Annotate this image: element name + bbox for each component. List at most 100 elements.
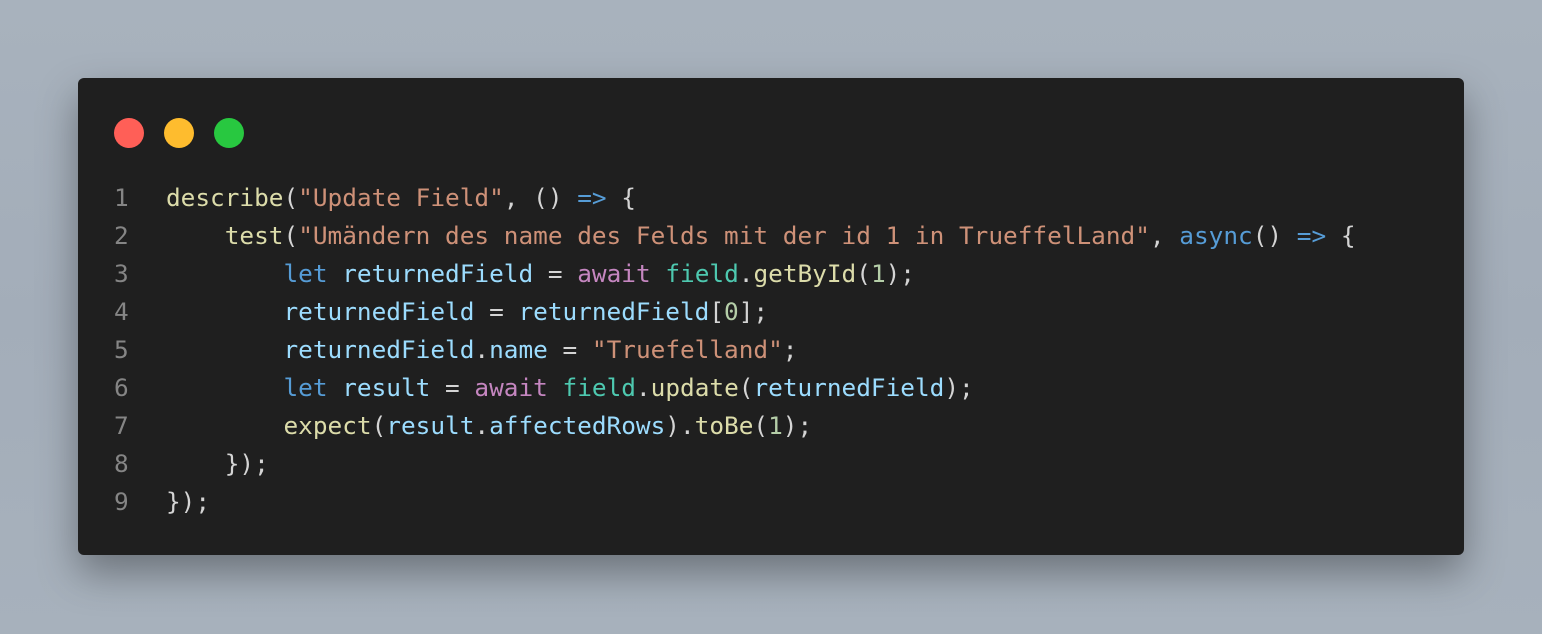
code-token-plain: , xyxy=(1149,221,1180,250)
code-token-variable: returnedField xyxy=(518,297,710,326)
code-token-plain: ); xyxy=(944,373,974,402)
code-token-plain: ); xyxy=(885,259,915,288)
code-token-plain: ]; xyxy=(738,297,769,326)
code-line: 8 }); xyxy=(78,445,1464,483)
code-token-function: update xyxy=(650,373,739,402)
code-text: }); xyxy=(166,445,269,483)
line-number: 2 xyxy=(114,221,129,250)
code-token-variable: name xyxy=(489,335,548,364)
code-token-plain: { xyxy=(606,183,636,212)
code-token-string: "Truefelland" xyxy=(591,335,783,364)
code-token-variable: returnedField xyxy=(342,259,534,288)
code-block: 1 describe("Update Field", () => {2 test(… xyxy=(78,179,1464,521)
code-token-plain: = xyxy=(430,373,475,402)
line-number: 5 xyxy=(114,335,129,364)
code-token-keyword: let xyxy=(283,259,328,288)
code-text: test("Umändern des name des Felds mit de… xyxy=(166,217,1356,255)
code-token-plain: () xyxy=(1252,221,1297,250)
code-token-variable: returnedField xyxy=(283,297,475,326)
code-token-number: 1 xyxy=(870,259,886,288)
code-text: let returnedField = await field.getById(… xyxy=(166,255,915,293)
code-line: 6 let result = await field.update(return… xyxy=(78,369,1464,407)
code-token-string: "Update Field" xyxy=(298,183,504,212)
code-token-function: getById xyxy=(753,259,857,288)
code-text: returnedField.name = "Truefelland"; xyxy=(166,331,797,369)
code-token-variable: result xyxy=(386,411,475,440)
code-token-keyword: => xyxy=(577,183,607,212)
code-token-function: expect xyxy=(283,411,372,440)
code-text: expect(result.affectedRows).toBe(1); xyxy=(166,407,812,445)
line-number: 3 xyxy=(114,259,129,288)
code-line: 9}); xyxy=(78,483,1464,521)
code-token-variable: returnedField xyxy=(753,373,945,402)
code-token-number: 0 xyxy=(724,297,739,326)
minimize-dot-icon[interactable] xyxy=(164,118,194,148)
code-token-plain: ( xyxy=(283,221,299,250)
code-window: 1 describe("Update Field", () => {2 test(… xyxy=(78,78,1464,555)
line-number: 4 xyxy=(114,297,129,326)
code-line: 5 returnedField.name = "Truefelland"; xyxy=(78,331,1464,369)
code-token-control: await xyxy=(474,373,548,402)
line-number: 1 xyxy=(114,183,129,212)
code-token-variable: affectedRows xyxy=(489,411,666,440)
code-token-function: describe xyxy=(166,183,284,212)
code-text: returnedField = returnedField[0]; xyxy=(166,293,768,331)
code-token-string: "Umändern des name des Felds mit der id … xyxy=(298,221,1150,250)
code-text: describe("Update Field", () => { xyxy=(166,179,636,217)
code-token-class: field xyxy=(562,373,636,402)
window-controls xyxy=(114,118,244,148)
code-token-keyword: let xyxy=(283,373,328,402)
code-token-function: toBe xyxy=(694,411,754,440)
code-token-plain: ( xyxy=(856,259,871,288)
maximize-dot-icon[interactable] xyxy=(214,118,244,148)
code-text: }); xyxy=(166,483,210,521)
code-token-plain: ); xyxy=(782,411,813,440)
code-text: let result = await field.update(returned… xyxy=(166,369,974,407)
code-line: 1 describe("Update Field", () => { xyxy=(78,179,1464,217)
code-token-plain: }); xyxy=(224,449,269,478)
code-token-plain: = xyxy=(533,259,578,288)
code-token-plain: ; xyxy=(782,335,798,364)
code-token-function: test xyxy=(224,221,284,250)
code-token-plain: ( xyxy=(371,411,387,440)
code-line: 4 returnedField = returnedField[0]; xyxy=(78,293,1464,331)
line-number: 6 xyxy=(114,373,129,402)
close-dot-icon[interactable] xyxy=(114,118,144,148)
code-token-plain: , () xyxy=(503,183,578,212)
code-token-plain: ( xyxy=(753,411,769,440)
code-token-plain: = xyxy=(474,297,519,326)
code-token-plain: . xyxy=(474,411,490,440)
code-token-control: await xyxy=(577,259,651,288)
code-line: 2 test("Umändern des name des Felds mit … xyxy=(78,217,1464,255)
line-number: 9 xyxy=(114,487,129,516)
code-token-plain: [ xyxy=(709,297,725,326)
code-token-variable: result xyxy=(342,373,431,402)
code-token-plain: . xyxy=(474,335,490,364)
code-line: 7 expect(result.affectedRows).toBe(1); xyxy=(78,407,1464,445)
code-token-variable: returnedField xyxy=(283,335,475,364)
code-token-plain: { xyxy=(1326,221,1356,250)
code-token-keyword: async xyxy=(1179,221,1253,250)
code-token-plain: ). xyxy=(665,411,695,440)
code-token-plain: . xyxy=(738,259,754,288)
code-token-number: 1 xyxy=(768,411,783,440)
code-token-plain: . xyxy=(635,373,651,402)
code-token-keyword: => xyxy=(1296,221,1327,250)
code-token-plain: ( xyxy=(283,183,299,212)
code-token-plain: }); xyxy=(166,487,211,516)
code-token-plain: = xyxy=(547,335,592,364)
code-line: 3 let returnedField = await field.getByI… xyxy=(78,255,1464,293)
code-token-plain: ( xyxy=(738,373,754,402)
code-token-class: field xyxy=(665,259,739,288)
